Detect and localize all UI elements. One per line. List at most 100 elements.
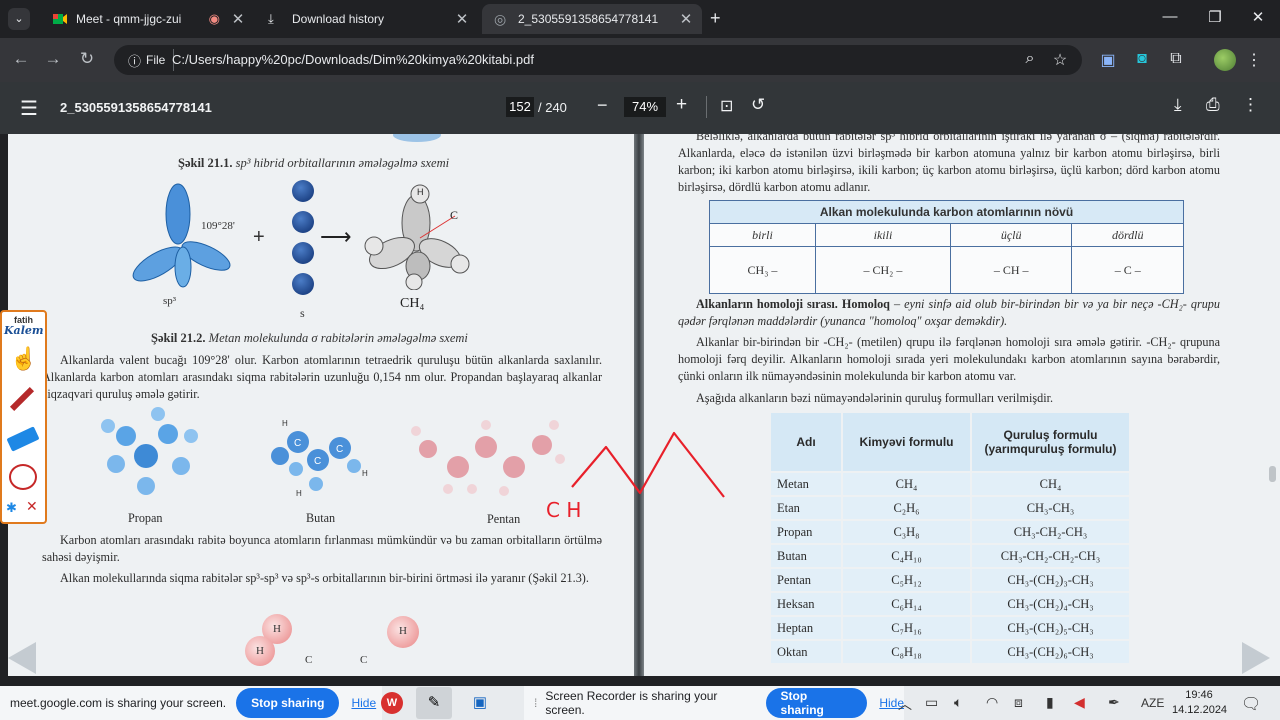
new-tab-button[interactable]: + [710, 8, 721, 29]
print-icon[interactable]: ⎙ [1206, 95, 1220, 115]
extensions-puzzle-icon[interactable]: ⧉ [1164, 50, 1188, 68]
tray-overflow-icon[interactable]: ︿ [898, 694, 912, 714]
zoom-out-icon[interactable]: − [597, 95, 608, 116]
tab-title: Meet - qmm-jjgc-zui [76, 12, 182, 26]
close-icon[interactable]: ✕ [228, 10, 248, 28]
scrollbar-thumb[interactable] [1269, 466, 1276, 482]
table-cell: CH₃-CH₂-CH₃ [972, 521, 1129, 543]
next-page-arrow[interactable] [1242, 642, 1270, 674]
zoom-in-icon[interactable]: + [676, 94, 687, 116]
table-row: Oktan C₈H₁₈ CH₃-(CH₂)₆-CH₃ [771, 641, 1129, 663]
panel-close-icon[interactable]: ✕ [26, 498, 38, 515]
site-info-button[interactable]: ⓘ File [120, 49, 175, 71]
window-close-icon[interactable]: ✕ [1238, 8, 1278, 26]
tab-strip: ⌄ Meet - qmm-jjgc-zui ◉ ✕ ⤓ Download his… [0, 0, 1280, 38]
propane-model [101, 407, 198, 495]
paragraph-homolog: Alkanların homoloji sırası. Homoloq – ey… [678, 296, 1220, 330]
stop-sharing-button[interactable]: Stop sharing [765, 688, 868, 718]
prev-page-arrow[interactable] [8, 642, 36, 674]
clock[interactable]: 19:46 14.12.2024 [1172, 688, 1227, 718]
pen-tray-icon[interactable]: ✒ [1108, 694, 1120, 711]
hand-pointer-icon[interactable]: ☝ [10, 346, 37, 372]
figure-caption-21-1: Şəkil 21.1. sp³ hibrid orbitallarının əm… [178, 156, 449, 171]
svg-text:H: H [282, 419, 288, 428]
volume-icon[interactable]: 🔈︎ [954, 694, 962, 711]
bottom-bar: meet.google.com is sharing your screen. … [0, 686, 1280, 720]
table-cell: CH₃-CH₃ [972, 497, 1129, 519]
close-icon[interactable]: ✕ [676, 10, 696, 28]
close-icon[interactable]: ✕ [452, 10, 472, 28]
orbital-label: H [399, 625, 407, 637]
caption-italic: sp³ hibrid orbitallarının əmələgəlmə sxe… [232, 156, 450, 170]
screencast-icon[interactable]: ▣ [1096, 50, 1120, 70]
forward-icon[interactable]: → [40, 49, 66, 69]
table-cell: C₈H₁₈ [843, 641, 970, 663]
taskbar-app-wps[interactable]: W [381, 692, 403, 714]
restore-icon[interactable]: ❐ [1195, 8, 1235, 26]
table-title: Alkan molekulunda karbon atomlarının növ… [709, 200, 1184, 224]
table-cell: Metan [771, 473, 841, 495]
rotate-icon[interactable]: ↺ [751, 95, 765, 115]
sidebar-menu-icon[interactable]: ☰ [20, 96, 38, 121]
extension-app-icon[interactable]: ◙ [1130, 50, 1154, 68]
pen-tool-icon[interactable] [9, 386, 35, 412]
scrollbar-track[interactable] [1266, 134, 1280, 676]
settings-icon[interactable]: ✱ [6, 500, 17, 516]
table-cell: C₇H₁₆ [843, 617, 970, 639]
taskbar-app-recorder[interactable]: ▣ [462, 687, 498, 719]
paragraph-homolog-series: Alkanlar bir-birindən bir -CH₂- (metilen… [678, 335, 1220, 383]
battery-icon[interactable]: ▭ [925, 694, 938, 711]
profile-avatar[interactable] [1214, 49, 1236, 71]
fit-page-icon[interactable]: ⊡ [720, 96, 733, 116]
c-label: C [450, 208, 459, 222]
table-cell: CH₃-(CH₂)₆-CH₃ [972, 641, 1129, 663]
pdf-download-icon[interactable]: ⤓ [1174, 95, 1182, 115]
hide-link[interactable]: Hide [351, 696, 376, 710]
zoom-level-input[interactable]: 74% [624, 97, 666, 117]
tab-download-history[interactable]: ⤓ Download history ✕ [256, 4, 478, 34]
table-row: Heksan C₆H₁₄ CH₃-(CH₂)₄-CH₃ [771, 593, 1129, 615]
notification-icon[interactable]: 🗨︎ [1241, 694, 1261, 714]
table-cell: C₆H₁₄ [843, 593, 970, 615]
carbon-type-table: Alkan molekulunda karbon atomlarının növ… [709, 200, 1184, 294]
stop-sharing-button[interactable]: Stop sharing [236, 688, 340, 718]
molecule-label: Butan [306, 511, 336, 525]
url-text[interactable]: C:/Users/happy%20pc/Downloads/Dim%20kimy… [172, 52, 534, 67]
address-bar[interactable]: ⓘ File C:/Users/happy%20pc/Downloads/Dim… [114, 45, 1082, 75]
shapes-icon[interactable] [9, 464, 37, 490]
table-cell: CH₄ [843, 473, 970, 495]
drag-handle[interactable]: ⁞ [534, 696, 537, 710]
page-gutter [634, 134, 644, 676]
pdf-page-left: Şəkil 21.1. sp³ hibrid orbitallarının əm… [8, 134, 634, 676]
pdf-more-icon[interactable]: ⋮ [1242, 95, 1259, 115]
minimize-icon[interactable]: — [1150, 8, 1190, 25]
page-number-input[interactable]: 152 [506, 97, 534, 117]
figure-fragment [393, 134, 441, 142]
capture-icon[interactable]: ⧈ [1014, 694, 1023, 711]
orbital-label: C [305, 654, 313, 666]
wifi-icon[interactable]: ◠ [986, 694, 998, 711]
menu-dots-icon[interactable]: ⋮ [1242, 50, 1266, 70]
paragraph-examples: Aşağıda alkanların bəzi nümayəndələrinin… [696, 391, 1054, 405]
back-icon[interactable]: ← [8, 49, 34, 69]
tab-search-button[interactable]: ⌄ [8, 8, 30, 30]
orbital-label: H [256, 645, 264, 657]
table-cell: C₄H₁₀ [843, 545, 970, 567]
table-row: Metan CH₄ CH₄ [771, 473, 1129, 495]
reload-icon[interactable]: ↻ [74, 49, 100, 69]
taskbar-app-pen[interactable]: ✎ [416, 687, 452, 719]
microphone-icon[interactable]: ▮ [1046, 694, 1054, 711]
tab-meet[interactable]: Meet - qmm-jjgc-zui ◉ ✕ [40, 4, 254, 34]
tab-pdf[interactable]: ◎ 2_5305591358654778141 ✕ [482, 4, 702, 34]
table-header: üçlü [949, 223, 1073, 247]
eraser-icon[interactable] [6, 426, 40, 452]
table-header: dördlü [1071, 223, 1184, 247]
speaker-alert-icon[interactable]: ◀ [1074, 694, 1085, 711]
bookmark-star-icon[interactable]: ☆ [1048, 50, 1072, 70]
arrow: ⟶ [320, 224, 352, 249]
table-cell: – C – [1071, 246, 1184, 294]
caption-bold: Şəkil 21.2. [151, 331, 206, 345]
language-indicator[interactable]: AZE [1141, 696, 1164, 710]
zoom-search-icon[interactable]: ⌕ [1018, 50, 1042, 68]
figure-caption-21-2: Şəkil 21.2. Metan molekulunda σ rabitələ… [151, 331, 468, 346]
